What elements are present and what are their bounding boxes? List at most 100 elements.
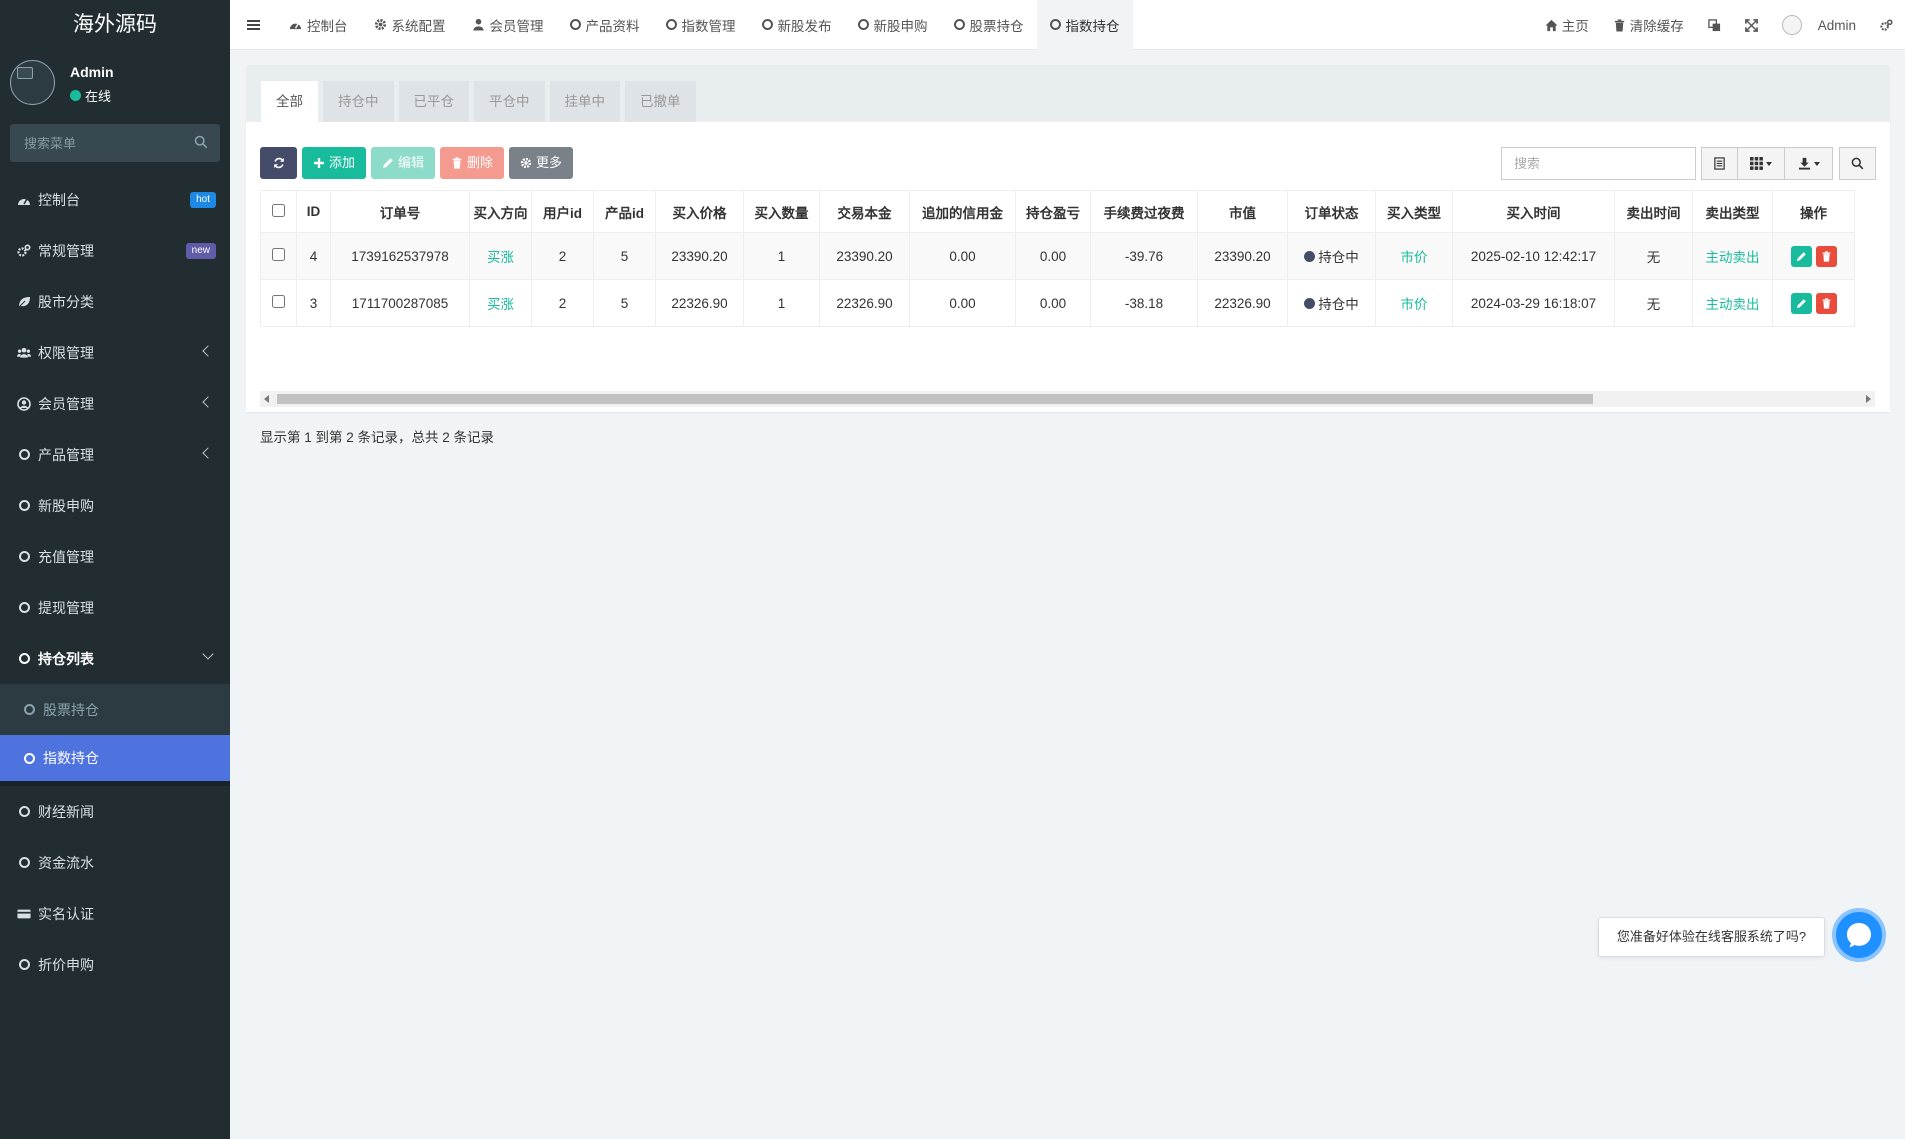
column-header[interactable]: 持仓盈亏	[1015, 190, 1091, 233]
language-button[interactable]	[1696, 0, 1733, 50]
sidebar-item-market-category[interactable]: 股市分类	[0, 276, 230, 327]
sidebar-item-ipo-subscribe[interactable]: 新股申购	[0, 480, 230, 531]
column-header[interactable]: 卖出时间	[1614, 190, 1693, 233]
grid-icon	[1750, 157, 1763, 170]
row-checkbox[interactable]	[272, 248, 285, 261]
tab-index-management[interactable]: 指数管理	[653, 0, 749, 50]
tab-dashboard[interactable]: 控制台	[276, 0, 361, 50]
home-link[interactable]: 主页	[1533, 0, 1601, 50]
column-header[interactable]: 产品id	[593, 190, 656, 233]
sidebar-item-real-name[interactable]: 实名认证	[0, 888, 230, 939]
tab-product-info[interactable]: 产品资料	[557, 0, 653, 50]
delete-button[interactable]: 删除	[440, 147, 505, 179]
trash-icon	[1614, 18, 1624, 32]
column-header[interactable]: 买入价格	[655, 190, 744, 233]
scroll-right-icon[interactable]	[1866, 395, 1871, 403]
tab-ipo-release[interactable]: 新股发布	[749, 0, 845, 50]
sidebar-item-products[interactable]: 产品管理	[0, 429, 230, 480]
table-row[interactable]: 4 1739162537978 买涨 2 5 23390.20 1 23390.…	[260, 232, 1855, 280]
tab-label: 系统配置	[391, 18, 446, 34]
chat-launcher-button[interactable]	[1832, 908, 1886, 962]
avatar	[10, 60, 55, 105]
tab-system-config[interactable]: 系统配置	[361, 0, 459, 50]
filter-tab-closed[interactable]: 已平仓	[398, 81, 469, 122]
row-delete-button[interactable]	[1815, 245, 1837, 267]
row-edit-button[interactable]	[1790, 245, 1812, 267]
download-icon	[1798, 157, 1810, 170]
sidebar-item-positions[interactable]: 持仓列表	[0, 633, 230, 684]
pnl-cell: 0.00	[1015, 279, 1091, 327]
row-edit-button[interactable]	[1790, 292, 1812, 314]
settings-button[interactable]	[1868, 0, 1905, 50]
toggle-card-view-button[interactable]	[1701, 147, 1738, 180]
home-icon	[1545, 19, 1558, 31]
table-row[interactable]: 3 1711700287085 买涨 2 5 22326.90 1 22326.…	[260, 279, 1855, 327]
filter-tab-closing[interactable]: 平仓中	[474, 81, 545, 122]
chat-prompt[interactable]: 您准备好体验在线客服系统了吗?	[1598, 917, 1825, 957]
filter-tab-pending[interactable]: 挂单中	[549, 81, 620, 122]
tab-index-positions[interactable]: 指数持仓	[1036, 0, 1133, 50]
sidebar-item-general[interactable]: 常规管理 new	[0, 225, 230, 276]
table-header-row: ID 订单号 买入方向 用户id 产品id 买入价格 买入数量 交易本金 追加的…	[260, 190, 1855, 233]
column-header[interactable]: 追加的信用金	[909, 190, 1016, 233]
user-menu[interactable]: Admin	[1770, 0, 1868, 50]
circle-icon	[953, 19, 965, 30]
sidebar-item-members[interactable]: 会员管理	[0, 378, 230, 429]
column-header[interactable]: 订单状态	[1287, 190, 1376, 233]
status-label: 持仓中	[1318, 297, 1359, 312]
search-toggle-button[interactable]	[1839, 147, 1876, 180]
brand-logo[interactable]: 海外源码	[0, 0, 230, 50]
column-header[interactable]: 卖出类型	[1692, 190, 1773, 233]
filter-tab-cancelled[interactable]: 已撤单	[625, 81, 696, 122]
tab-stock-positions[interactable]: 股票持仓	[941, 0, 1037, 50]
column-header[interactable]: 买入数量	[743, 190, 820, 233]
column-header[interactable]: 买入方向	[469, 190, 532, 233]
more-button[interactable]: 更多	[509, 147, 574, 179]
menu-search-input[interactable]	[10, 124, 220, 162]
search-icon[interactable]	[194, 135, 208, 149]
sidebar-item-finance-news[interactable]: 财经新闻	[0, 786, 230, 837]
sidebar-subitem-stock-positions[interactable]: 股票持仓	[0, 684, 230, 735]
filter-tab-holding[interactable]: 持仓中	[323, 81, 394, 122]
columns-toggle-button[interactable]	[1737, 147, 1785, 180]
column-header[interactable]: 买入时间	[1452, 190, 1615, 233]
sidebar-toggle-icon[interactable]	[230, 0, 276, 50]
clear-cache-button[interactable]: 清除缓存	[1601, 0, 1696, 50]
tab-ipo-subscribe[interactable]: 新股申购	[845, 0, 941, 50]
sell-type-cell: 主动卖出	[1692, 279, 1773, 327]
sidebar-item-withdraw[interactable]: 提现管理	[0, 582, 230, 633]
principal-cell: 22326.90	[819, 279, 910, 327]
sidebar-subitem-index-positions[interactable]: 指数持仓	[0, 735, 230, 786]
row-checkbox[interactable]	[272, 295, 285, 308]
tab-label: 指数管理	[681, 18, 736, 34]
column-header[interactable]: 交易本金	[819, 190, 910, 233]
add-button[interactable]: 添加	[302, 147, 367, 179]
horizontal-scrollbar[interactable]	[260, 391, 1875, 407]
credit-cell: 0.00	[909, 232, 1016, 280]
leaf-icon	[17, 295, 31, 309]
column-header[interactable]: ID	[296, 190, 331, 233]
table-tools	[1501, 147, 1876, 180]
sidebar-item-recharge[interactable]: 充值管理	[0, 531, 230, 582]
column-header[interactable]: 订单号	[330, 190, 470, 233]
scroll-left-icon[interactable]	[264, 395, 269, 403]
scrollbar-thumb[interactable]	[277, 394, 1593, 404]
column-header[interactable]: 用户id	[531, 190, 594, 233]
tab-member-management[interactable]: 会员管理	[459, 0, 557, 50]
export-button[interactable]	[1784, 147, 1833, 180]
select-all-checkbox[interactable]	[272, 203, 285, 217]
sidebar-item-permissions[interactable]: 权限管理	[0, 327, 230, 378]
row-delete-button[interactable]	[1815, 292, 1837, 314]
column-header[interactable]: 市值	[1197, 190, 1288, 233]
fullscreen-button[interactable]	[1733, 0, 1770, 50]
column-header[interactable]: 买入类型	[1375, 190, 1453, 233]
table-search-input[interactable]	[1501, 147, 1696, 180]
sidebar-item-fund-flow[interactable]: 资金流水	[0, 837, 230, 888]
refresh-button[interactable]	[260, 147, 297, 179]
sidebar-item-discount-subscribe[interactable]: 折价申购	[0, 939, 230, 990]
sidebar-item-dashboard[interactable]: 控制台 hot	[0, 174, 230, 225]
principal-cell: 23390.20	[819, 232, 910, 280]
edit-button[interactable]: 编辑	[371, 147, 436, 179]
column-header[interactable]: 手续费过夜费	[1090, 190, 1198, 233]
filter-tab-all[interactable]: 全部	[261, 81, 318, 122]
